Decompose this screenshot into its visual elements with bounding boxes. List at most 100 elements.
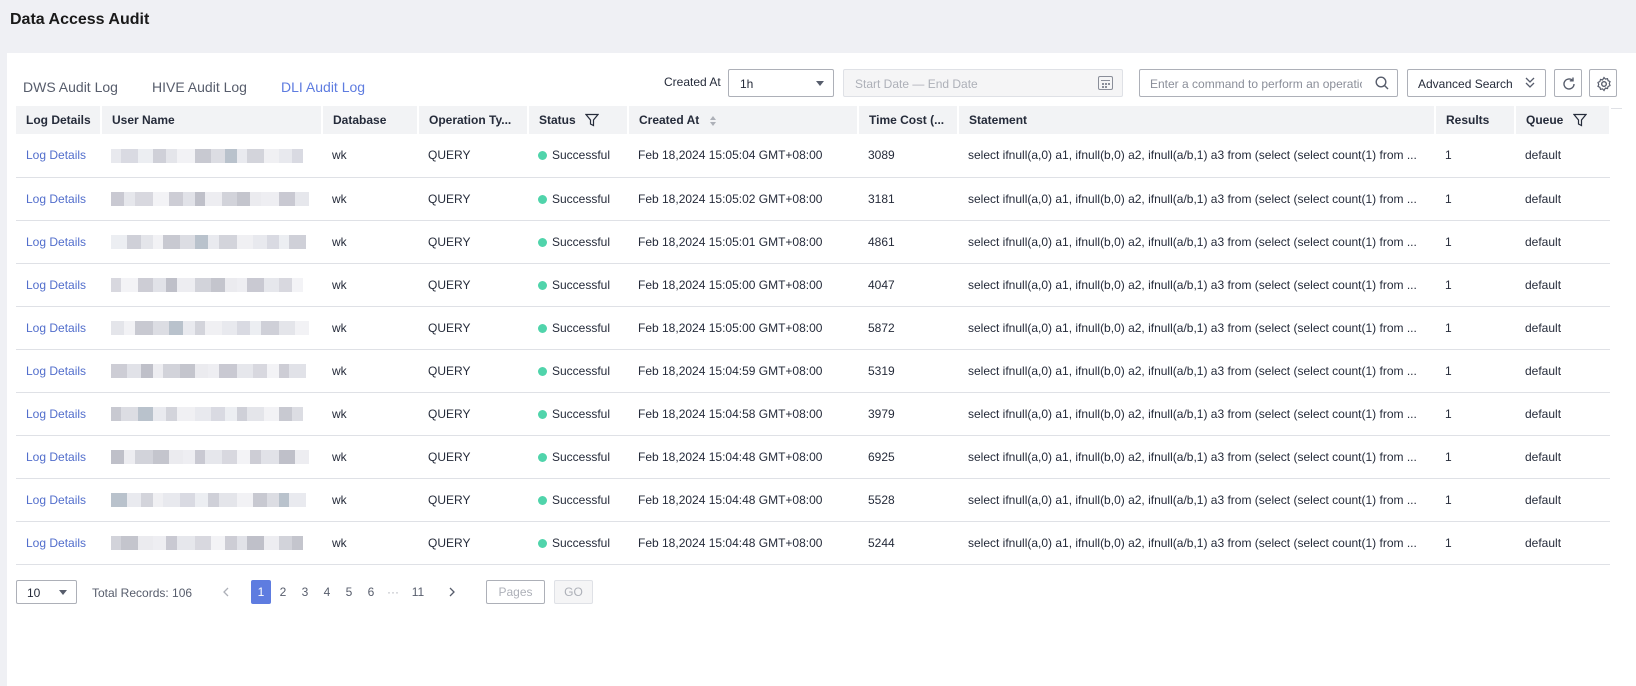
tab-hive-audit-log[interactable]: HIVE Audit Log (152, 79, 247, 109)
queue-cell: default (1515, 478, 1610, 522)
log-details-link[interactable]: Log Details (16, 349, 101, 393)
queue-cell: default (1515, 521, 1610, 565)
status-success-dot (538, 409, 547, 419)
status-text: Successful (552, 535, 611, 550)
results-cell: 1 (1435, 263, 1515, 307)
column-created-at: Created At (628, 106, 859, 134)
database-cell: wk (322, 263, 418, 307)
status-cell: Successful (528, 306, 628, 350)
page-1[interactable]: 1 (251, 580, 271, 604)
status-text: Successful (552, 320, 611, 335)
user-name-cell (101, 220, 322, 264)
status-cell: Successful (528, 134, 628, 178)
tab-dws-audit-log[interactable]: DWS Audit Log (23, 79, 118, 109)
date-range-picker[interactable]: Start Date — End Date (843, 69, 1123, 97)
table-row: Log Details wk QUERY Successful Feb 18,2024 … (16, 306, 1610, 350)
status-success-dot (538, 452, 547, 462)
search-icon[interactable] (1375, 76, 1389, 90)
date-range-placeholder: Start Date — End Date (855, 77, 978, 91)
operation-type-cell: QUERY (418, 306, 528, 350)
log-details-link[interactable]: Log Details (16, 521, 101, 565)
table-row: Log Details wk QUERY Successful Feb 18,2024 … (16, 263, 1610, 307)
filter-icon[interactable] (585, 113, 600, 127)
operation-type-label: Operation Ty... (429, 113, 512, 127)
status-cell: Successful (528, 392, 628, 436)
sort-icon[interactable] (709, 115, 717, 127)
status-cell: Successful (528, 263, 628, 307)
column-database: Database (322, 106, 419, 134)
page-3[interactable]: 3 (295, 580, 315, 604)
log-details-link[interactable]: Log Details (16, 263, 101, 307)
page-11[interactable]: 11 (408, 580, 428, 604)
page-ellipsis[interactable]: ··· (383, 580, 403, 604)
filter-icon[interactable] (1572, 113, 1587, 127)
redacted-user-name (111, 406, 307, 421)
search-input[interactable]: Enter a command to perform an operatio (1139, 69, 1398, 97)
log-details-link[interactable]: Log Details (16, 435, 101, 479)
status-cell: Successful (528, 349, 628, 393)
redacted-user-name (111, 535, 307, 550)
queue-cell: default (1515, 306, 1610, 350)
time-cost-cell: 5244 (858, 521, 958, 565)
log-details-link[interactable]: Log Details (16, 478, 101, 522)
page-6[interactable]: 6 (361, 580, 381, 604)
operation-type-cell: QUERY (418, 392, 528, 436)
advanced-search-button[interactable]: Advanced Search (1407, 69, 1546, 97)
redacted-user-name (111, 277, 307, 292)
column-time-cost: Time Cost (... (858, 106, 959, 134)
page-5[interactable]: 5 (339, 580, 359, 604)
go-button[interactable]: GO (554, 580, 593, 604)
created-at-cell: Feb 18,2024 15:05:00 GMT+08:00 (628, 263, 858, 307)
log-details-link[interactable]: Log Details (16, 220, 101, 264)
user-name-cell (101, 134, 322, 178)
page-4[interactable]: 4 (317, 580, 337, 604)
database-cell: wk (322, 177, 418, 221)
queue-cell: default (1515, 349, 1610, 393)
status-success-dot (538, 194, 547, 204)
status-cell: Successful (528, 220, 628, 264)
statement-cell: select ifnull(a,0) a1, ifnull(b,0) a2, i… (958, 521, 1435, 565)
status-success-dot (538, 366, 547, 376)
user-name-cell (101, 177, 322, 221)
pages-input[interactable]: Pages (486, 580, 545, 604)
status-success-dot (538, 495, 547, 505)
log-details-link[interactable]: Log Details (16, 392, 101, 436)
created-at-cell: Feb 18,2024 15:04:48 GMT+08:00 (628, 435, 858, 479)
refresh-icon (1563, 77, 1575, 90)
chevron-left-icon[interactable] (222, 587, 230, 597)
tab-dli-audit-log[interactable]: DLI Audit Log (281, 79, 366, 109)
page-size-select[interactable]: 10 (16, 580, 77, 604)
queue-cell: default (1515, 392, 1610, 436)
log-details-link[interactable]: Log Details (16, 177, 101, 221)
results-cell: 1 (1435, 521, 1515, 565)
statement-cell: select ifnull(a,0) a1, ifnull(b,0) a2, i… (958, 435, 1435, 479)
database-cell: wk (322, 306, 418, 350)
settings-button[interactable] (1589, 69, 1617, 97)
created-at-value: 1h (740, 77, 754, 91)
results-cell: 1 (1435, 392, 1515, 436)
log-details-link[interactable]: Log Details (16, 134, 101, 178)
statement-cell: select ifnull(a,0) a1, ifnull(b,0) a2, i… (958, 306, 1435, 350)
page-2[interactable]: 2 (273, 580, 293, 604)
created-at-cell: Feb 18,2024 15:04:48 GMT+08:00 (628, 521, 858, 565)
caret-down-icon (59, 590, 67, 595)
operation-type-cell: QUERY (418, 349, 528, 393)
created-at-select[interactable]: 1h (728, 69, 834, 97)
refresh-button[interactable] (1554, 69, 1582, 97)
chevron-right-icon[interactable] (448, 587, 456, 597)
redacted-user-name (111, 449, 309, 464)
results-cell: 1 (1435, 478, 1515, 522)
redacted-user-name (111, 191, 309, 206)
queue-cell: default (1515, 220, 1610, 264)
page-title: Data Access Audit (10, 11, 150, 28)
time-cost-cell: 3979 (858, 392, 958, 436)
status-success-dot (538, 323, 547, 333)
statement-cell: select ifnull(a,0) a1, ifnull(b,0) a2, i… (958, 392, 1435, 436)
log-details-link[interactable]: Log Details (16, 306, 101, 350)
time-cost-cell: 3181 (858, 177, 958, 221)
created-at-cell: Feb 18,2024 15:04:48 GMT+08:00 (628, 478, 858, 522)
status-cell: Successful (528, 478, 628, 522)
page-size-value: 10 (27, 586, 41, 600)
database-cell: wk (322, 349, 418, 393)
redacted-user-name (111, 492, 307, 507)
